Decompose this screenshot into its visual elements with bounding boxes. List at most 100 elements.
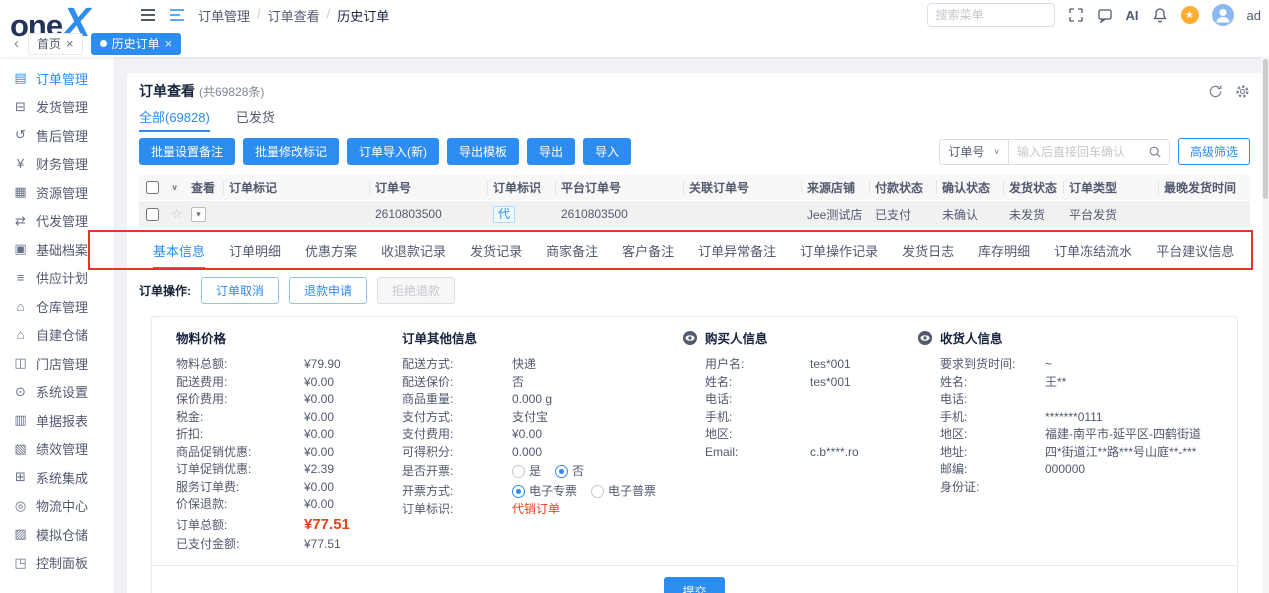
menu-icon[interactable]: [169, 8, 185, 22]
sidebar-item[interactable]: ≡ 供应计划: [0, 264, 114, 293]
row-checkbox[interactable]: [145, 207, 159, 221]
close-tab-icon[interactable]: ×: [66, 36, 74, 51]
promo-badge-icon[interactable]: ★: [1180, 6, 1199, 24]
order-search-group: 订单号 ∨: [939, 138, 1170, 165]
detail-row: 保价费用: ¥0.00: [176, 392, 335, 406]
detail-tab[interactable]: 订单明细: [229, 241, 281, 260]
sidebar-item[interactable]: ⌂ 仓库管理: [0, 292, 114, 321]
radio-invoice-normal[interactable]: [591, 484, 605, 498]
detail-tab[interactable]: 订单操作记录: [800, 241, 878, 260]
submit-button[interactable]: 提交: [664, 577, 725, 593]
menu-search-box[interactable]: [926, 3, 1055, 27]
collapse-sidebar-icon[interactable]: [140, 8, 156, 22]
select-all-checkbox[interactable]: [145, 181, 159, 194]
cell-ship-status: 未发货: [1009, 207, 1046, 222]
fullscreen-icon[interactable]: [1068, 7, 1084, 23]
scrollbar[interactable]: [1262, 57, 1269, 593]
detail-tab[interactable]: 商家备注: [546, 241, 598, 260]
bell-icon[interactable]: [1152, 7, 1168, 23]
bulk-action-button[interactable]: 批量修改标记: [243, 138, 340, 165]
sidebar-item[interactable]: ⊞ 系统集成: [0, 463, 114, 492]
bulk-action-button[interactable]: 批量设置备注: [139, 138, 236, 165]
detail-row: 税金: ¥0.00: [176, 409, 335, 424]
selection-dropdown-icon[interactable]: ∨: [171, 183, 178, 193]
detail-row: 订单促销优惠: ¥2.39: [176, 462, 335, 476]
avatar[interactable]: [1211, 4, 1234, 26]
expand-row-icon[interactable]: ▾: [191, 206, 206, 222]
page-tab-label: 首页: [37, 37, 62, 51]
column-header: 订单标记: [223, 175, 369, 200]
sidebar-item[interactable]: ¥ 财务管理: [0, 150, 114, 179]
sidebar-item[interactable]: ◳ 控制面板: [0, 549, 114, 578]
sidebar-item-label: 代发管理: [36, 214, 89, 230]
search-field-select[interactable]: 订单号 ∨: [940, 139, 1009, 164]
detail-tab[interactable]: 平台建议信息: [1156, 241, 1234, 260]
bulk-action-button[interactable]: 导入: [583, 138, 632, 165]
username[interactable]: ad: [1247, 8, 1261, 23]
order-op-button[interactable]: 订单取消: [201, 277, 280, 304]
eye-icon[interactable]: [917, 330, 933, 346]
sidebar-item[interactable]: ⊙ 系统设置: [0, 378, 114, 407]
close-tab-icon[interactable]: ×: [165, 36, 173, 51]
invoice-type-row: 开票方式: 电子专票 电子普票: [402, 484, 657, 498]
detail-tab[interactable]: 订单冻结流水: [1054, 241, 1132, 260]
sidebar-item[interactable]: ▤ 订单管理: [0, 64, 114, 93]
sidebar-item[interactable]: ⊟ 发货管理: [0, 93, 114, 122]
sidebar-item[interactable]: ⌂ 自建仓储: [0, 321, 114, 350]
detail-tab[interactable]: 订单异常备注: [698, 241, 776, 260]
detail-tab[interactable]: 发货日志: [902, 241, 954, 260]
detail-tab[interactable]: 库存明细: [978, 241, 1030, 260]
header-row-top: 订单管理/ 订单查看/ 历史订单 AI ★ ad: [140, 0, 1269, 30]
table-row[interactable]: ☆ ▾ 2610803500 代 2610803500 Jee测试店 已支付 未…: [139, 201, 1250, 227]
gear-icon[interactable]: [1235, 84, 1250, 99]
sidebar-item[interactable]: ◫ 门店管理: [0, 349, 114, 378]
order-op-button[interactable]: 退款申请: [289, 277, 368, 304]
sidebar-item[interactable]: ▧ 绩效管理: [0, 435, 114, 464]
bulk-action-button[interactable]: 导出: [527, 138, 576, 165]
menu-search-input[interactable]: [935, 8, 1046, 22]
sidebar-item[interactable]: ▦ 资源管理: [0, 178, 114, 207]
sidebar-item-icon: ▣: [14, 241, 27, 257]
search-icon[interactable]: [1141, 145, 1169, 159]
sidebar-item[interactable]: ▣ 基础档案: [0, 235, 114, 264]
view-tab[interactable]: 全部(69828): [139, 107, 210, 132]
tabs-scroll-left-icon[interactable]: ‹: [14, 35, 19, 52]
star-icon[interactable]: ☆: [171, 206, 183, 222]
page-tab[interactable]: 历史订单 ×: [90, 32, 182, 55]
detail-row: 电话:: [940, 392, 968, 406]
breadcrumb-item[interactable]: 订单管理: [198, 6, 250, 25]
cell-related-order-no: [683, 201, 801, 227]
advanced-filter-button[interactable]: 高级筛选: [1177, 138, 1250, 165]
sidebar-item[interactable]: ⇄ 代发管理: [0, 207, 114, 236]
radio-invoice-no[interactable]: [555, 464, 569, 478]
detail-tab[interactable]: 发货记录: [470, 241, 522, 260]
sidebar-item-icon: ▤: [14, 70, 27, 86]
sidebar-item[interactable]: ◎ 物流中心: [0, 492, 114, 521]
radio-invoice-special[interactable]: [512, 484, 525, 498]
detail-tab[interactable]: 基本信息: [153, 241, 206, 269]
sidebar-item[interactable]: ↺ 售后管理: [0, 121, 114, 150]
view-tab[interactable]: 已发货: [236, 107, 275, 132]
eye-icon[interactable]: [682, 330, 698, 346]
cell-source-shop: Jee测试店: [807, 207, 863, 222]
detail-tab[interactable]: 客户备注: [622, 241, 674, 260]
sidebar-item[interactable]: ▥ 单据报表: [0, 406, 114, 435]
sidebar-item-icon: ¥: [16, 156, 25, 172]
refresh-icon[interactable]: [1208, 84, 1223, 99]
page-tab[interactable]: 首页 ×: [28, 32, 83, 55]
message-icon[interactable]: [1097, 7, 1113, 23]
bulk-action-button[interactable]: 导出模板: [447, 138, 520, 165]
detail-tab[interactable]: 优惠方案: [305, 241, 357, 260]
order-search-input[interactable]: [1008, 144, 1141, 159]
bulk-action-button[interactable]: 订单导入(新): [347, 138, 440, 165]
detail-row: 身份证:: [940, 479, 980, 494]
detail-tab[interactable]: 收退款记录: [381, 241, 446, 260]
scrollbar-thumb[interactable]: [1263, 59, 1268, 199]
radio-invoice-yes[interactable]: [512, 464, 525, 478]
ai-assistant-button[interactable]: AI: [1126, 8, 1139, 23]
sidebar-item-label: 自建仓储: [36, 328, 89, 344]
breadcrumb-item[interactable]: 订单查看: [268, 6, 320, 25]
order-op-button[interactable]: 拒绝退款: [377, 277, 456, 304]
column-header: 订单类型: [1063, 175, 1158, 200]
sidebar-item[interactable]: ▨ 模拟仓储: [0, 520, 114, 549]
